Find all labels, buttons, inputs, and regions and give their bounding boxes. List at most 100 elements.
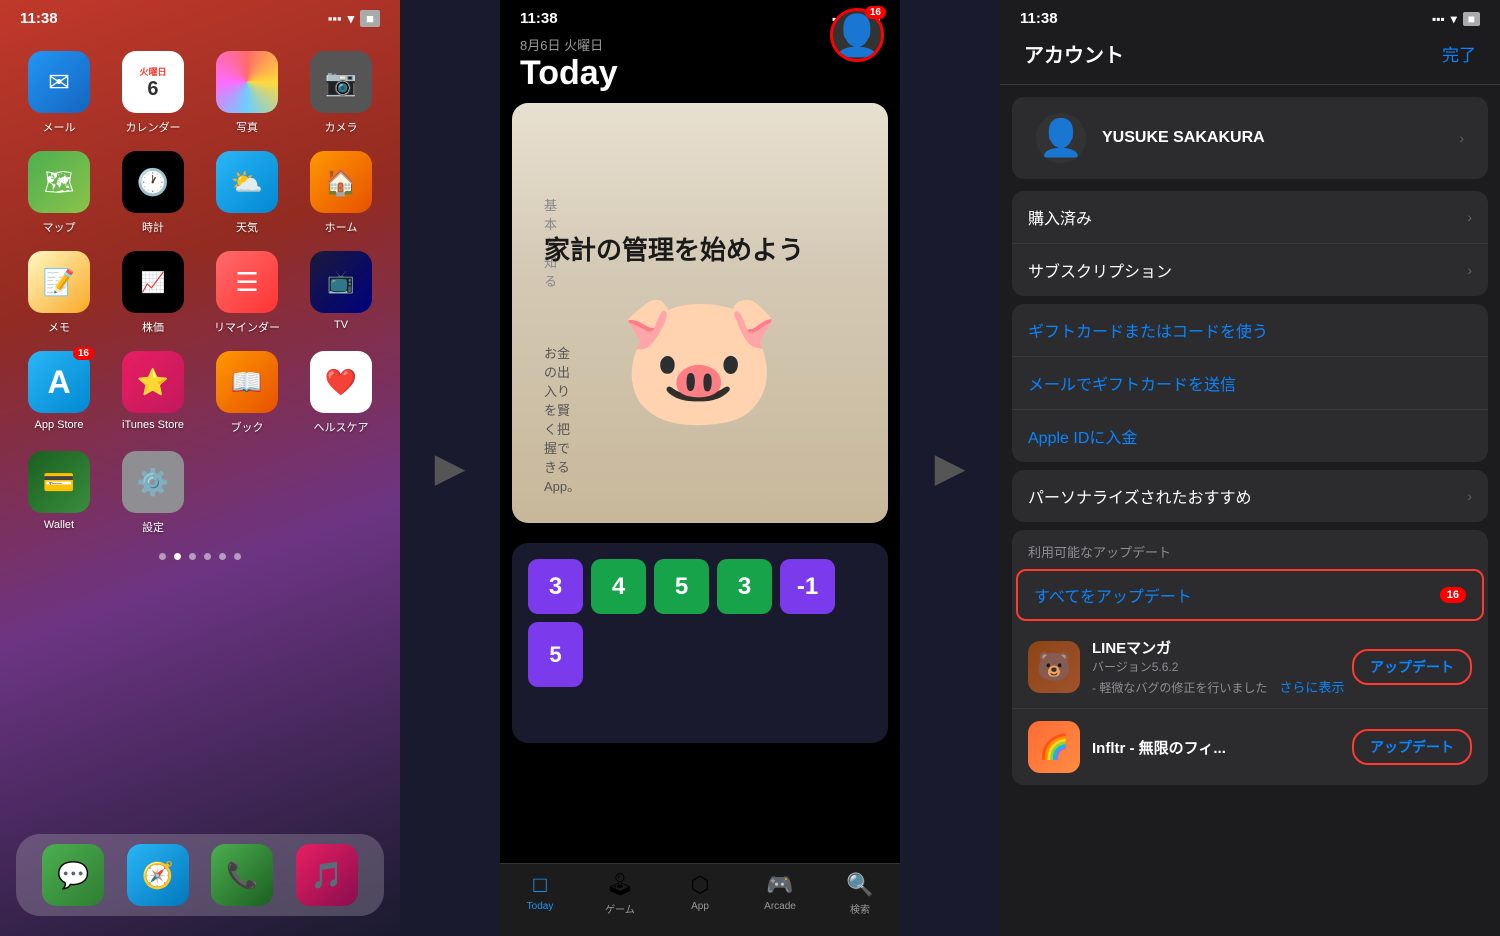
infltr-update-btn[interactable]: アップデート xyxy=(1352,729,1472,765)
health-icon-bg: ❤️ xyxy=(310,351,372,413)
appstore-icon: A xyxy=(47,364,70,401)
app-clock[interactable]: 🕐 時計 xyxy=(114,151,192,235)
settings-icon-bg: ⚙️ xyxy=(122,451,184,513)
itunes-label: iTunes Store xyxy=(122,419,184,431)
dock: 💬 🧭 📞 🎵 xyxy=(16,834,384,916)
battery-icon: ■ xyxy=(360,10,380,27)
photos-label: 写真 xyxy=(236,119,258,135)
arrow-right-2: ▶ xyxy=(935,445,966,491)
tab-games[interactable]: 🕹 ゲーム xyxy=(580,872,660,916)
today-card-1[interactable]: 基本を知る 家計の管理を始めよう 🐷 お金の出入りを賢く把握できるApp。 xyxy=(512,103,888,523)
app-health[interactable]: ❤️ ヘルスケア xyxy=(302,351,380,435)
today-title: Today xyxy=(520,54,880,93)
personalized-item[interactable]: パーソナライズされたおすすめ › xyxy=(1012,470,1488,522)
books-label: ブック xyxy=(231,419,264,435)
personalized-section[interactable]: パーソナライズされたおすすめ › xyxy=(1012,470,1488,522)
infltr-icon-img: 🌈 xyxy=(1039,733,1069,762)
line-manga-update-btn[interactable]: アップデート xyxy=(1352,649,1472,685)
app-tv[interactable]: 📺 TV xyxy=(302,251,380,335)
line-manga-version: バージョン5.6.2 xyxy=(1092,658,1352,675)
safari-icon: 🧭 xyxy=(142,860,174,891)
books-icon-bg: 📖 xyxy=(216,351,278,413)
signal-icon: ▪▪▪ xyxy=(328,11,342,26)
dock-safari[interactable]: 🧭 xyxy=(121,844,196,906)
wallet-icon: 💳 xyxy=(43,467,75,498)
app-stocks[interactable]: 📈 株価 xyxy=(114,251,192,335)
music-icon-bg: 🎵 xyxy=(296,844,358,906)
today-card-2[interactable]: 3 4 5 3 -1 5 xyxy=(512,543,888,743)
app-calendar[interactable]: 火曜日 6 カレンダー xyxy=(114,51,192,135)
health-label: ヘルスケア xyxy=(314,419,369,435)
dock-music[interactable]: 🎵 xyxy=(290,844,365,906)
app-wallet[interactable]: 💳 Wallet xyxy=(20,451,98,535)
piggy-bank-icon: 🐷 xyxy=(619,282,781,435)
done-button[interactable]: 完了 xyxy=(1442,41,1476,66)
app-settings[interactable]: ⚙️ 設定 xyxy=(114,451,192,535)
dot-2 xyxy=(174,553,181,560)
camera-icon: 📷 xyxy=(325,67,357,98)
mail-icon: ✉ xyxy=(48,67,70,98)
game-tiles-row2: 5 xyxy=(512,614,888,687)
tv-icon: 📺 xyxy=(327,269,354,295)
game-tile-0: 3 xyxy=(528,559,583,614)
app-itunes[interactable]: ⭐ iTunes Store xyxy=(114,351,192,435)
app-weather[interactable]: ⛅ 天気 xyxy=(208,151,286,235)
line-manga-desc: - 軽微なバグの修正を行いました xyxy=(1092,679,1267,696)
app-appstore[interactable]: A 16 App Store xyxy=(20,351,98,435)
subscriptions-chevron-icon: › xyxy=(1467,262,1472,278)
menu-purchased[interactable]: 購入済み › xyxy=(1012,191,1488,244)
dock-phone[interactable]: 📞 xyxy=(205,844,280,906)
app-home[interactable]: 🏠 ホーム xyxy=(302,151,380,235)
tab-apps-icon: ⬡ xyxy=(690,872,709,898)
clock-icon-bg: 🕐 xyxy=(122,151,184,213)
page-dots xyxy=(0,553,400,560)
card1-content: 基本を知る 家計の管理を始めよう 🐷 お金の出入りを賢く把握できるApp。 xyxy=(512,163,888,523)
itunes-icon-bg: ⭐ xyxy=(122,351,184,413)
update-all-label: すべてをアップデート xyxy=(1034,583,1440,607)
user-avatar-portrait: 👤 xyxy=(1039,117,1084,159)
phone-icon: 📞 xyxy=(226,860,258,891)
update-all-row[interactable]: すべてをアップデート 16 xyxy=(1016,569,1484,621)
status-bar-3: 11:38 ▪▪▪ ▾ ■ xyxy=(1000,0,1500,31)
gift-code-label: ギフトカードまたはコードを使う xyxy=(1028,318,1268,342)
appstore-label: App Store xyxy=(35,419,84,431)
music-icon: 🎵 xyxy=(311,860,343,891)
tab-today[interactable]: □ Today xyxy=(500,872,580,916)
tab-arcade[interactable]: 🎮 Arcade xyxy=(740,872,820,916)
settings-label: 設定 xyxy=(142,519,164,535)
app-maps[interactable]: 🗺 マップ xyxy=(20,151,98,235)
user-profile-row[interactable]: 👤 YUSUKE SAKAKURA › xyxy=(1012,97,1488,179)
messages-icon: 💬 xyxy=(57,860,89,891)
tab-today-icon: □ xyxy=(533,872,546,898)
infltr-icon: 🌈 xyxy=(1028,721,1080,773)
arrow-2: ▶ xyxy=(900,0,1000,936)
app-camera[interactable]: 📷 カメラ xyxy=(302,51,380,135)
account-screen: 11:38 ▪▪▪ ▾ ■ アカウント 完了 👤 YUSUKE SAKAKURA… xyxy=(1000,0,1500,936)
app-books[interactable]: 📖 ブック xyxy=(208,351,286,435)
menu-subscriptions[interactable]: サブスクリプション › xyxy=(1012,244,1488,296)
updates-section-label: 利用可能なアップデート xyxy=(1012,530,1488,565)
wallet-icon-bg: 💳 xyxy=(28,451,90,513)
tab-search-icon: 🔍 xyxy=(846,872,873,898)
personalized-label: パーソナライズされたおすすめ xyxy=(1028,484,1467,508)
card1-bg: 基本を知る 家計の管理を始めよう 🐷 お金の出入りを賢く把握できるApp。 xyxy=(512,103,888,523)
purchased-chevron-icon: › xyxy=(1467,209,1472,225)
send-gift-item[interactable]: メールでギフトカードを送信 xyxy=(1012,357,1488,410)
app-mail[interactable]: ✉ メール xyxy=(20,51,98,135)
tab-apps[interactable]: ⬡ App xyxy=(660,872,740,916)
tab-search[interactable]: 🔍 検索 xyxy=(820,872,900,916)
app-reminders[interactable]: ☰ リマインダー xyxy=(208,251,286,335)
app-photos[interactable]: 写真 xyxy=(208,51,286,135)
user-avatar-img: 👤 xyxy=(1036,113,1086,163)
itunes-icon: ⭐ xyxy=(137,367,169,398)
gift-code-item[interactable]: ギフトカードまたはコードを使う xyxy=(1012,304,1488,357)
account-title: アカウント xyxy=(1024,39,1124,68)
see-more-btn[interactable]: さらに表示 xyxy=(1279,677,1344,696)
camera-icon-bg: 📷 xyxy=(310,51,372,113)
dock-messages[interactable]: 💬 xyxy=(36,844,111,906)
app-notes[interactable]: 📝 メモ xyxy=(20,251,98,335)
mail-icon-bg: ✉ xyxy=(28,51,90,113)
status-icons-3: ▪▪▪ ▾ ■ xyxy=(1432,12,1480,26)
add-funds-item[interactable]: Apple IDに入金 xyxy=(1012,410,1488,462)
account-header: アカウント 完了 xyxy=(1000,31,1500,85)
